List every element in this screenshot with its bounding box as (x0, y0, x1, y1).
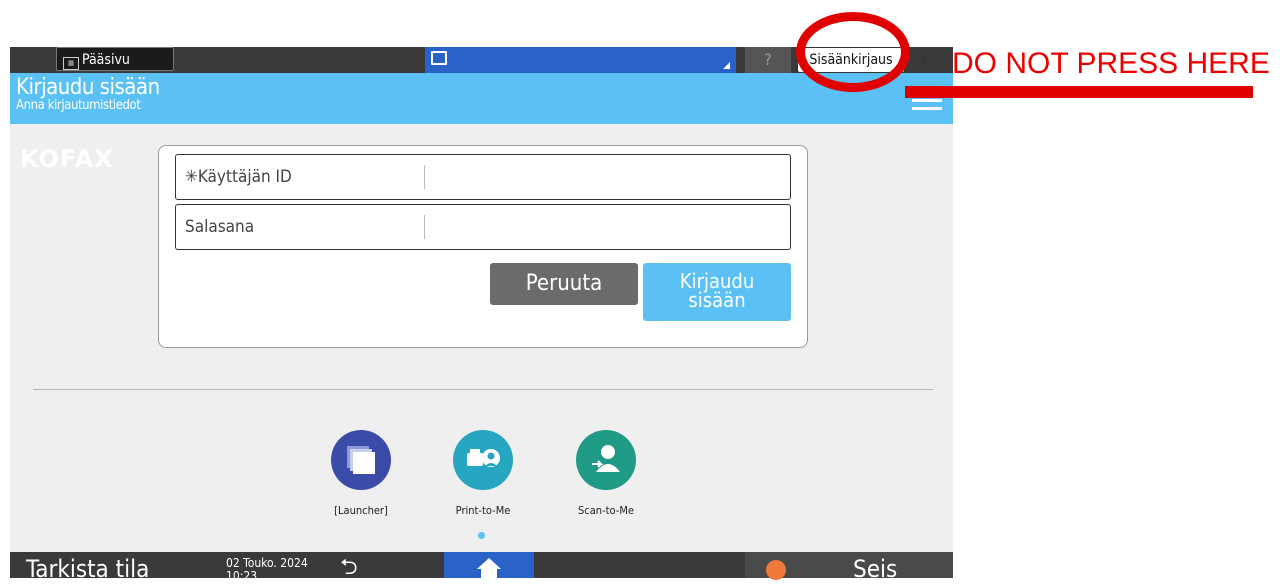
page-title: Kirjaudu sisään (16, 75, 160, 100)
energy-saver-moon-icon[interactable]: ☾ (920, 47, 940, 73)
print-to-me-icon (453, 430, 513, 490)
user-id-field[interactable]: ✳Käyttäjän ID (175, 154, 791, 200)
date-time: 02 Touko. 2024 10:23 (226, 557, 308, 583)
section-divider (33, 389, 933, 390)
print-to-me-app[interactable]: Print-to-Me (438, 430, 528, 517)
corner-indicator-icon (723, 62, 730, 69)
stop-button[interactable]: Seis (853, 552, 897, 586)
password-label: Salasana (185, 217, 255, 237)
hamburger-menu-icon[interactable] (912, 99, 942, 113)
check-status-button[interactable]: Tarkista tila (26, 552, 149, 586)
launcher-app[interactable]: [Launcher] (316, 430, 406, 517)
login-submit-label-2: sisään (688, 288, 746, 312)
warning-text: DO NOT PRESS HERE (952, 47, 1270, 80)
kofax-logo: KOFAX (20, 145, 114, 173)
home-tab-label: Pääsivu (82, 52, 130, 68)
login-submit-button[interactable]: Kirjaudu sisään (643, 263, 791, 321)
grid-icon: ▦ (63, 57, 79, 70)
password-field[interactable]: Salasana (175, 204, 791, 250)
scan-to-me-app[interactable]: Scan-to-Me (561, 430, 651, 517)
screen-switch-tab[interactable] (425, 47, 736, 73)
launcher-label: [Launcher] (334, 504, 388, 517)
print-to-me-label: Print-to-Me (455, 504, 511, 517)
page-indicator-dot (478, 532, 485, 539)
back-arrow-icon[interactable]: ⮌ (340, 552, 358, 584)
home-tab[interactable]: ▦ Pääsivu (56, 47, 174, 71)
scan-to-me-icon (576, 430, 636, 490)
field-separator (424, 165, 425, 189)
cancel-button[interactable]: Peruuta (490, 263, 638, 305)
red-pointer-line (905, 86, 1253, 98)
page-subtitle: Anna kirjautumistiedot (16, 98, 141, 113)
launcher-icon (331, 430, 391, 490)
scan-to-me-label: Scan-to-Me (578, 504, 634, 517)
stop-icon[interactable] (766, 560, 786, 580)
time-text: 10:23 (226, 569, 258, 583)
user-id-label: ✳Käyttäjän ID (185, 167, 292, 187)
help-button[interactable]: ? (745, 47, 791, 73)
red-highlight-circle (796, 12, 910, 92)
home-icon-body (481, 568, 497, 578)
home-button[interactable] (444, 552, 534, 578)
screen-icon (431, 51, 447, 65)
field-separator (424, 215, 425, 239)
